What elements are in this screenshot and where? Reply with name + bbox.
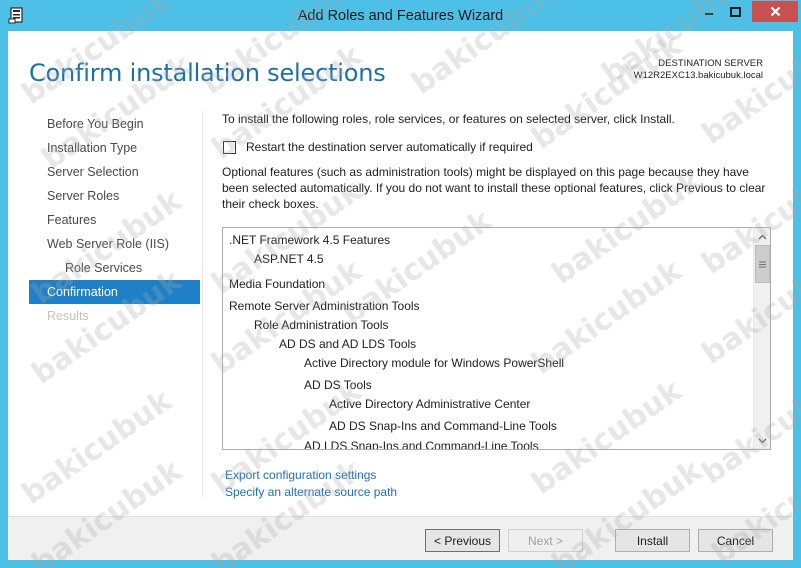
- title-bar[interactable]: Add Roles and Features Wizard: [0, 0, 801, 31]
- nav-item-installation-type[interactable]: Installation Type: [29, 136, 200, 160]
- nav-item-server-selection[interactable]: Server Selection: [29, 160, 200, 184]
- restart-option[interactable]: Restart the destination server automatic…: [223, 140, 533, 154]
- selection-item: Media Foundation: [229, 277, 326, 291]
- destination-server-name: W12R2EXC13.bakicubuk.local: [633, 70, 763, 81]
- nav-divider: [202, 111, 203, 497]
- previous-button[interactable]: < Previous: [425, 529, 500, 552]
- nav-item-web-server-role[interactable]: Web Server Role (IIS): [29, 232, 200, 256]
- selection-item: Remote Server Administration Tools: [229, 299, 420, 313]
- intro-text: To install the following roles, role ser…: [222, 112, 675, 126]
- selection-item: .NET Framework 4.5 Features: [229, 233, 391, 247]
- selection-item: Active Directory module for Windows Powe…: [304, 356, 565, 370]
- grip-icon: [759, 261, 766, 267]
- selection-item: AD DS and AD LDS Tools: [279, 337, 417, 351]
- minimize-button[interactable]: [695, 1, 722, 22]
- selection-item: AD LDS Snap-Ins and Command-Line Tools: [304, 439, 539, 450]
- vertical-scrollbar[interactable]: [753, 228, 770, 449]
- maximize-button[interactable]: [722, 1, 749, 22]
- selection-item: Role Administration Tools: [254, 318, 389, 332]
- page-title: Confirm installation selections: [29, 59, 386, 87]
- selection-item: AD DS Snap-Ins and Command-Line Tools: [329, 419, 557, 433]
- export-configuration-link[interactable]: Export configuration settings: [225, 467, 397, 484]
- maximize-icon: [730, 6, 741, 17]
- links-area: Export configuration settings Specify an…: [225, 467, 397, 501]
- selection-item: AD DS Tools: [304, 378, 372, 392]
- nav-item-features[interactable]: Features: [29, 208, 200, 232]
- alternate-source-path-link[interactable]: Specify an alternate source path: [225, 484, 397, 501]
- selection-item: Active Directory Administrative Center: [329, 397, 531, 411]
- wizard-footer: < Previous Next > Install Cancel: [8, 516, 793, 560]
- close-icon: [770, 6, 780, 17]
- minimize-icon: [704, 12, 713, 15]
- wizard-client-area: Confirm installation selections DESTINAT…: [8, 31, 793, 560]
- window-title: Add Roles and Features Wizard: [297, 8, 504, 24]
- optional-features-note: Optional features (such as administratio…: [222, 165, 766, 211]
- wizard-nav: Before You Begin Installation Type Serve…: [29, 112, 200, 328]
- cancel-button[interactable]: Cancel: [698, 529, 773, 552]
- destination-label: DESTINATION SERVER: [658, 58, 763, 69]
- window-frame: Add Roles and Features Wizard Confirm in…: [0, 0, 801, 568]
- selection-item: ASP.NET 4.5: [254, 252, 324, 266]
- nav-item-before-you-begin[interactable]: Before You Begin: [29, 112, 200, 136]
- nav-item-confirmation[interactable]: Confirmation: [29, 280, 200, 304]
- next-button: Next >: [508, 529, 583, 552]
- scroll-thumb[interactable]: [755, 245, 770, 283]
- chevron-up-icon: [758, 234, 767, 239]
- chevron-down-icon: [758, 438, 767, 443]
- destination-server-info: DESTINATION SERVER W12R2EXC13.bakicubuk.…: [634, 58, 763, 82]
- nav-item-role-services[interactable]: Role Services: [29, 256, 200, 280]
- restart-checkbox[interactable]: [223, 140, 236, 154]
- confirmation-content: To install the following roles, role ser…: [222, 112, 782, 211]
- install-button[interactable]: Install: [615, 529, 690, 552]
- nav-item-server-roles[interactable]: Server Roles: [29, 184, 200, 208]
- scroll-up-button[interactable]: [754, 228, 770, 245]
- restart-label[interactable]: Restart the destination server automatic…: [246, 140, 533, 154]
- selections-list[interactable]: .NET Framework 4.5 Features ASP.NET 4.5 Me…: [222, 227, 771, 450]
- nav-item-results: Results: [47, 309, 89, 323]
- close-button[interactable]: [752, 1, 798, 22]
- scroll-down-button[interactable]: [754, 432, 770, 449]
